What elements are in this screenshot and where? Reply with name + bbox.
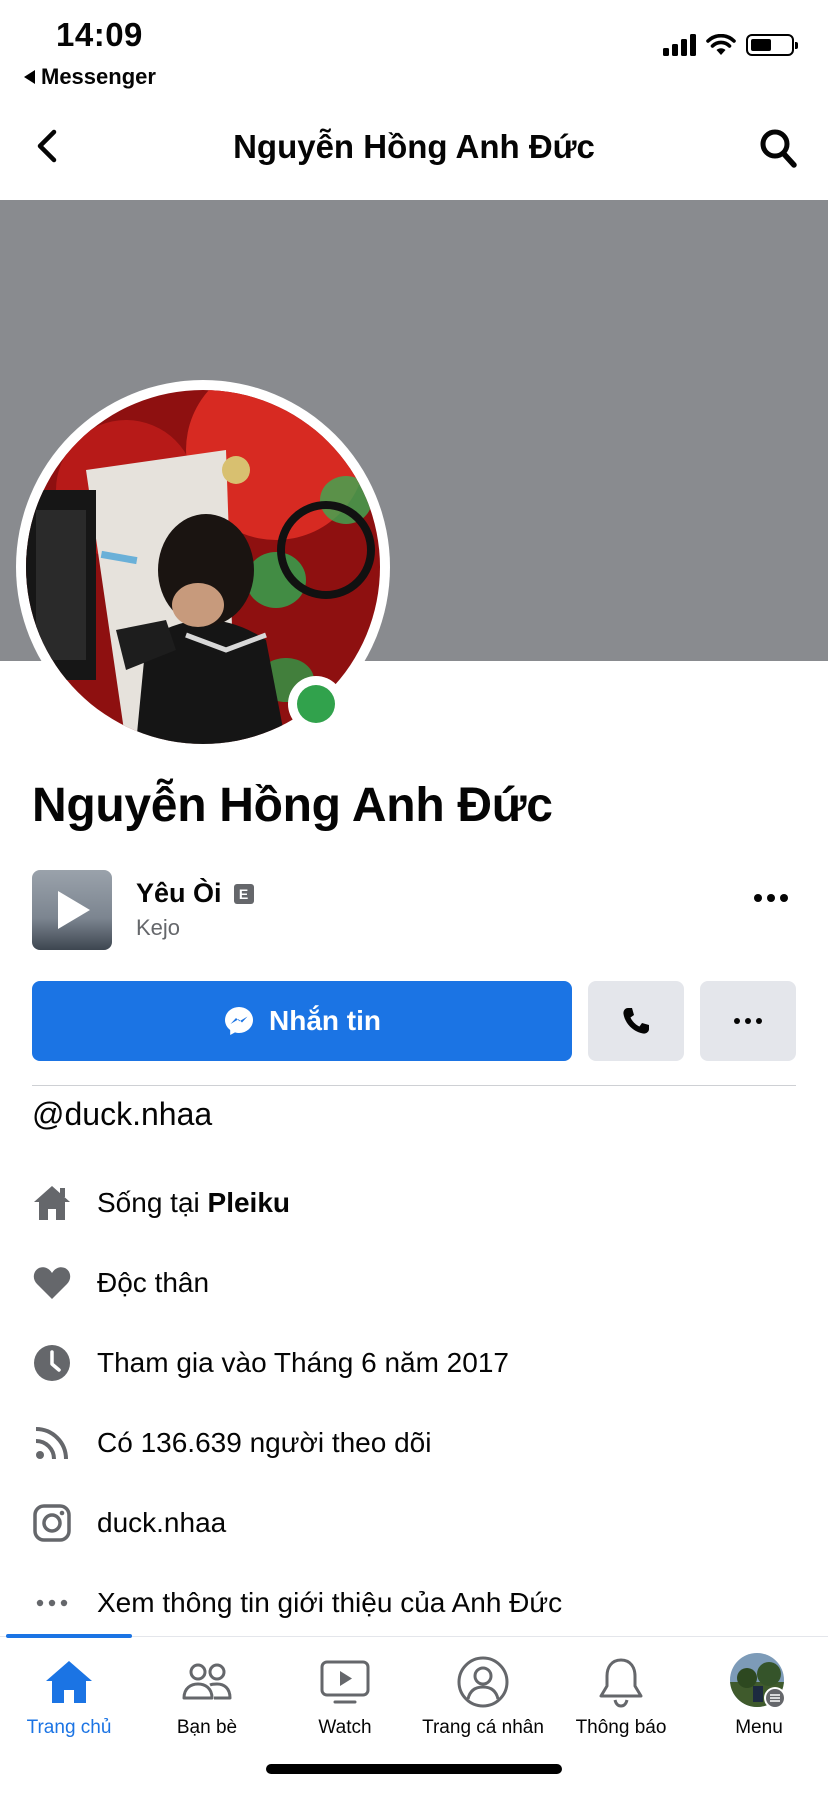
back-triangle-icon <box>24 70 35 84</box>
call-button[interactable] <box>588 981 684 1061</box>
info-row-joined: Tham gia vào Tháng 6 năm 2017 <box>32 1338 509 1388</box>
info-row-instagram[interactable]: duck.nhaa <box>32 1498 226 1548</box>
info-row-lives-in: Sống tại Pleiku <box>32 1178 290 1228</box>
info-row-see-about[interactable]: Xem thông tin giới thiệu của Anh Đức <box>32 1578 562 1628</box>
clock-icon <box>32 1343 72 1383</box>
info-row-relationship: Độc thân <box>32 1258 209 1308</box>
menu-avatar <box>690 1653 828 1711</box>
rss-followers-icon <box>32 1423 72 1463</box>
more-dots-icon <box>734 1018 762 1024</box>
back-app-label: Messenger <box>41 64 156 89</box>
tab-menu-label: Menu <box>735 1717 783 1738</box>
profile-username: @duck.nhaa <box>32 1096 213 1132</box>
explicit-badge: E <box>233 883 254 904</box>
battery-icon <box>746 34 798 56</box>
divider <box>32 1085 796 1086</box>
watch-icon <box>276 1653 414 1711</box>
home-icon <box>0 1653 138 1711</box>
status-time: 14:09 <box>56 16 143 53</box>
home-icon <box>32 1183 72 1223</box>
bell-icon <box>552 1653 690 1711</box>
home-indicator[interactable] <box>266 1764 562 1774</box>
message-button-label: Nhắn tin <box>269 1005 381 1036</box>
cellular-signal-icon <box>663 34 696 56</box>
profile-icon <box>414 1653 552 1711</box>
lives-city-link[interactable]: Pleiku <box>208 1187 290 1218</box>
friends-icon <box>138 1653 276 1711</box>
song-more-options-icon[interactable] <box>754 894 788 902</box>
lives-prefix: Sống tại <box>97 1187 208 1218</box>
back-to-app-link[interactable]: Messenger <box>24 64 156 90</box>
heart-icon <box>32 1263 72 1303</box>
song-thumbnail[interactable] <box>32 870 112 950</box>
phone-icon <box>623 1008 649 1034</box>
instagram-handle: duck.nhaa <box>97 1507 227 1538</box>
song-title[interactable]: Yêu Òi E <box>136 878 254 909</box>
more-actions-button[interactable] <box>700 981 796 1061</box>
play-icon <box>58 891 90 929</box>
relationship-text: Độc thân <box>97 1267 210 1298</box>
tab-home-label: Trang chủ <box>26 1717 112 1738</box>
instagram-icon <box>32 1503 72 1543</box>
messenger-icon <box>225 1007 253 1035</box>
tab-watch-label: Watch <box>318 1717 372 1738</box>
message-button[interactable]: Nhắn tin <box>32 981 572 1061</box>
info-row-followers[interactable]: Có 136.639 người theo dõi <box>32 1418 431 1468</box>
song-artist: Kejo <box>136 915 181 940</box>
more-dots-icon <box>32 1583 72 1623</box>
joined-text: Tham gia vào Tháng 6 năm 2017 <box>97 1347 509 1378</box>
see-about-text: Xem thông tin giới thiệu của Anh Đức <box>97 1587 563 1618</box>
active-tab-indicator <box>6 1634 132 1638</box>
page-title: Nguyễn Hồng Anh Đức <box>233 128 595 165</box>
song-title-text: Yêu Òi <box>136 878 222 908</box>
status-icons <box>663 34 798 56</box>
online-status-indicator <box>288 676 344 732</box>
tab-notifications-label: Thông báo <box>575 1717 667 1738</box>
profile-name: Nguyễn Hồng Anh Đức <box>32 779 553 832</box>
search-icon[interactable] <box>758 126 798 170</box>
wifi-icon <box>706 34 736 55</box>
followers-text: Có 136.639 người theo dõi <box>97 1427 432 1458</box>
tab-profile-label: Trang cá nhân <box>422 1717 544 1738</box>
tab-friends-label: Bạn bè <box>176 1717 238 1738</box>
